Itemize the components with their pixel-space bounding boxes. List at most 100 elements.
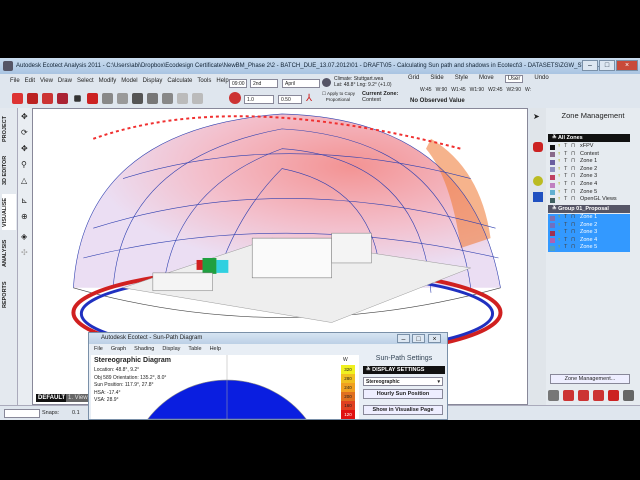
sun-menu-display[interactable]: Display <box>162 346 180 352</box>
tab-analysis[interactable]: ANALYSIS <box>2 234 16 272</box>
zone-visibility-icon[interactable]: ♆ <box>557 196 561 204</box>
shading-icon[interactable]: ◈ <box>21 232 27 241</box>
zone-lock-icon[interactable]: ⊓ <box>571 158 575 166</box>
gear-icon[interactable] <box>132 93 143 104</box>
square-icon[interactable] <box>74 95 81 102</box>
zone-visibility-icon[interactable]: ♆ <box>557 158 561 166</box>
zone-lock-icon[interactable]: ⊓ <box>571 222 575 230</box>
zone-tool-icon[interactable] <box>563 390 574 401</box>
view-w90[interactable]: W:90 <box>436 87 448 93</box>
axis-tool-icon[interactable]: ⊾ <box>21 196 28 205</box>
zone-tag-icon[interactable]: T <box>564 196 567 204</box>
sun-menu-table[interactable]: Table <box>188 346 201 352</box>
hourly-sun-position-button[interactable]: Hourly Sun Position <box>363 389 443 399</box>
scale-field-1[interactable]: 1.0 <box>244 95 274 104</box>
sun-max-button[interactable]: □ <box>412 334 425 343</box>
sun-close-button[interactable]: × <box>428 334 441 343</box>
menu-modify[interactable]: Modify <box>99 78 117 86</box>
maximize-button[interactable]: □ <box>599 60 615 71</box>
view-w2-45[interactable]: W2:45 <box>488 87 502 93</box>
zone-tag-icon[interactable]: T <box>564 181 567 189</box>
zone-lock-icon[interactable]: ⊓ <box>571 196 575 204</box>
day-field[interactable]: 2nd <box>250 79 278 88</box>
zone-tag-icon[interactable]: T <box>564 244 567 252</box>
zone-row[interactable]: ♆ T ⊓ Zone 1 <box>548 158 630 166</box>
orbit-icon[interactable]: ⟳ <box>21 128 28 137</box>
perspective-icon[interactable]: △ <box>21 176 27 185</box>
zone-tool-icon[interactable] <box>578 390 589 401</box>
zone-tag-icon[interactable]: T <box>564 222 567 230</box>
zone-tag-icon[interactable]: T <box>564 143 567 151</box>
month-select[interactable]: April <box>282 79 320 88</box>
menu-calculate[interactable]: Calculate <box>167 78 192 86</box>
pen-icon[interactable] <box>102 93 113 104</box>
blue-cube-icon[interactable] <box>533 192 543 202</box>
tab-undo[interactable]: Undo <box>534 75 548 83</box>
tab-grid[interactable]: Grid <box>408 75 419 83</box>
zone-tag-icon[interactable]: T <box>564 229 567 237</box>
sun-min-button[interactable]: – <box>397 334 410 343</box>
zone-management-button[interactable]: Zone Management... <box>550 374 630 384</box>
zone-visibility-icon[interactable]: ♆ <box>557 181 561 189</box>
flag-icon[interactable] <box>57 93 68 104</box>
zone-tag-icon[interactable]: T <box>564 166 567 174</box>
zone-visibility-icon[interactable]: ♆ <box>557 244 561 252</box>
zone-lock-icon[interactable]: ⊓ <box>571 244 575 252</box>
tab-slide[interactable]: Slide <box>430 75 443 83</box>
zone-row[interactable]: ♆ T ⊓ Zone 4 <box>548 181 630 189</box>
sun-menu-shading[interactable]: Shading <box>134 346 154 352</box>
sun-menu-graph[interactable]: Graph <box>111 346 126 352</box>
zone-row[interactable]: ♆ T ⊓ Zone 2 <box>548 221 630 230</box>
menu-edit[interactable]: Edit <box>25 78 35 86</box>
zone-lock-icon[interactable]: ⊓ <box>571 229 575 237</box>
zone-visibility-icon[interactable]: ♆ <box>557 222 561 230</box>
pan-icon[interactable]: ✥ <box>21 112 28 121</box>
move-icon[interactable]: ✥ <box>21 144 28 153</box>
menu-model[interactable]: Model <box>121 78 137 86</box>
menu-display[interactable]: Display <box>143 78 163 86</box>
command-input[interactable] <box>4 409 40 418</box>
zone-row[interactable]: ♆ T ⊓ Zone 3 <box>548 229 630 237</box>
sun-menu-file[interactable]: File <box>94 346 103 352</box>
all-zones-header[interactable]: ≚ All Zones <box>548 134 630 142</box>
undo-icon[interactable] <box>177 93 188 104</box>
apply-to-copy-checkbox[interactable]: ☐ Apply to Copy Proportional <box>322 91 355 103</box>
light-icon[interactable] <box>533 176 543 186</box>
zone-tool-icon[interactable] <box>623 390 634 401</box>
menu-view[interactable]: View <box>40 78 53 86</box>
zone-visibility-icon[interactable]: ♆ <box>557 229 561 237</box>
zone-tag-icon[interactable]: T <box>564 214 567 222</box>
scale-field-2[interactable]: 0.50 <box>278 95 302 104</box>
cube-icon[interactable] <box>87 93 98 104</box>
view-w2-90[interactable]: W2:90 <box>507 87 521 93</box>
zone-lock-icon[interactable]: ⊓ <box>571 151 575 159</box>
view-w1-90[interactable]: W1:90 <box>470 87 484 93</box>
red-tool-icon[interactable] <box>533 142 543 152</box>
zone-visibility-icon[interactable]: ♆ <box>557 143 561 151</box>
zone-row[interactable]: ♆ T ⊓ OpenGL Views <box>548 196 630 204</box>
grid-icon[interactable]: ✣ <box>21 248 28 257</box>
zone-visibility-icon[interactable]: ♆ <box>557 173 561 181</box>
menu-select[interactable]: Select <box>77 78 94 86</box>
zone-visibility-icon[interactable]: ♆ <box>557 237 561 245</box>
zone-lock-icon[interactable]: ⊓ <box>571 173 575 181</box>
zone-tool-icon[interactable] <box>608 390 619 401</box>
time-field[interactable]: 09:00 <box>229 79 247 88</box>
zone-row[interactable]: ♆ T ⊓ Zone 3 <box>548 173 630 181</box>
zone-tag-icon[interactable]: T <box>564 158 567 166</box>
pointer-icon[interactable]: ➤ <box>533 112 540 121</box>
minimize-button[interactable]: – <box>582 60 598 71</box>
pen2-icon[interactable] <box>117 93 128 104</box>
tab-3d-editor[interactable]: 3D EDITOR <box>2 150 16 190</box>
close-button[interactable]: × <box>616 60 638 71</box>
tab-move[interactable]: Move <box>479 75 494 83</box>
sun-menu-help[interactable]: Help <box>210 346 221 352</box>
view-w1-45[interactable]: W1:45 <box>451 87 465 93</box>
shape-icon[interactable] <box>42 93 53 104</box>
zone-icon[interactable] <box>12 93 23 104</box>
display-settings-header[interactable]: ≚ DISPLAY SETTINGS <box>363 366 445 374</box>
zone-tag-icon[interactable]: T <box>564 189 567 197</box>
zone-visibility-icon[interactable]: ♆ <box>557 151 561 159</box>
view-label[interactable]: DEFAULT <box>36 394 68 402</box>
menu-help[interactable]: Help <box>216 78 228 86</box>
